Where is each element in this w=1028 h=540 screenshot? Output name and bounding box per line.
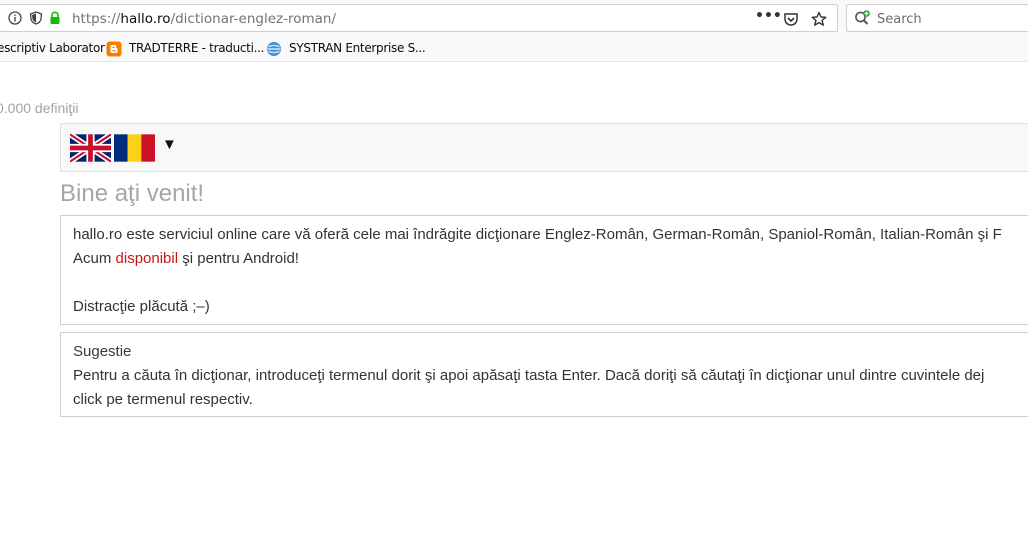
url-path: /dictionar-englez-roman/: [170, 11, 337, 27]
pocket-icon[interactable]: [783, 11, 799, 27]
language-dropdown-arrow-icon[interactable]: ▼: [162, 136, 177, 153]
browser-toolbar: https://hallo.ro/dictionar-englez-roman/…: [0, 0, 1028, 38]
bookmarks-toolbar: escriptiv Laborator TRADTERRE - traducti…: [0, 37, 1028, 62]
tracking-shield-icon[interactable]: [29, 11, 43, 25]
bookmark-item[interactable]: TRADTERRE - traducti...: [129, 41, 264, 55]
uk-flag-icon[interactable]: [68, 132, 113, 164]
suggestion-box: Sugestie Pentru a căuta în dicţionar, in…: [60, 332, 1028, 417]
bookmark-item[interactable]: SYSTRAN Enterprise S...: [289, 41, 426, 55]
info-icon[interactable]: [8, 11, 22, 25]
url-bar[interactable]: https://hallo.ro/dictionar-englez-roman/…: [0, 4, 838, 32]
bookmark-star-icon[interactable]: [811, 11, 827, 27]
search-bar[interactable]: Search: [846, 4, 1028, 32]
systran-icon: [266, 41, 282, 57]
url-text[interactable]: https://hallo.ro/dictionar-englez-roman/: [72, 11, 336, 27]
url-prefix: https://: [72, 11, 121, 27]
language-selector[interactable]: ▼: [60, 123, 1028, 172]
definitions-count: 0.000 definiţii: [0, 100, 79, 116]
search-engine-add-icon[interactable]: [854, 10, 870, 26]
intro-text: hallo.ro este serviciul online care vă o…: [73, 226, 1002, 243]
suggestion-text: Pentru a căuta în dicţionar, introduceţi…: [73, 367, 985, 384]
suggestion-text-continued: click pe termenul respectiv.: [73, 391, 253, 408]
android-availability: Acum disponibil şi pentru Android!: [73, 250, 299, 267]
search-input[interactable]: Search: [877, 12, 922, 27]
android-text-prefix: Acum: [73, 250, 116, 267]
page-actions-menu-icon[interactable]: •••: [755, 8, 782, 24]
intro-box: hallo.ro este serviciul online care vă o…: [60, 215, 1028, 325]
blogger-icon: [106, 41, 122, 57]
page-title: Bine aţi venit!: [60, 180, 205, 207]
romania-flag-icon[interactable]: [114, 134, 155, 162]
bookmark-item[interactable]: escriptiv Laborator: [0, 41, 105, 55]
secure-lock-icon[interactable]: [48, 11, 62, 25]
closing-text: Distracţie plăcută ;–): [73, 298, 210, 315]
url-domain: hallo.ro: [120, 11, 171, 27]
suggestion-title: Sugestie: [73, 343, 132, 360]
android-text-suffix: şi pentru Android!: [178, 250, 299, 267]
android-available-link[interactable]: disponibil: [116, 250, 179, 267]
